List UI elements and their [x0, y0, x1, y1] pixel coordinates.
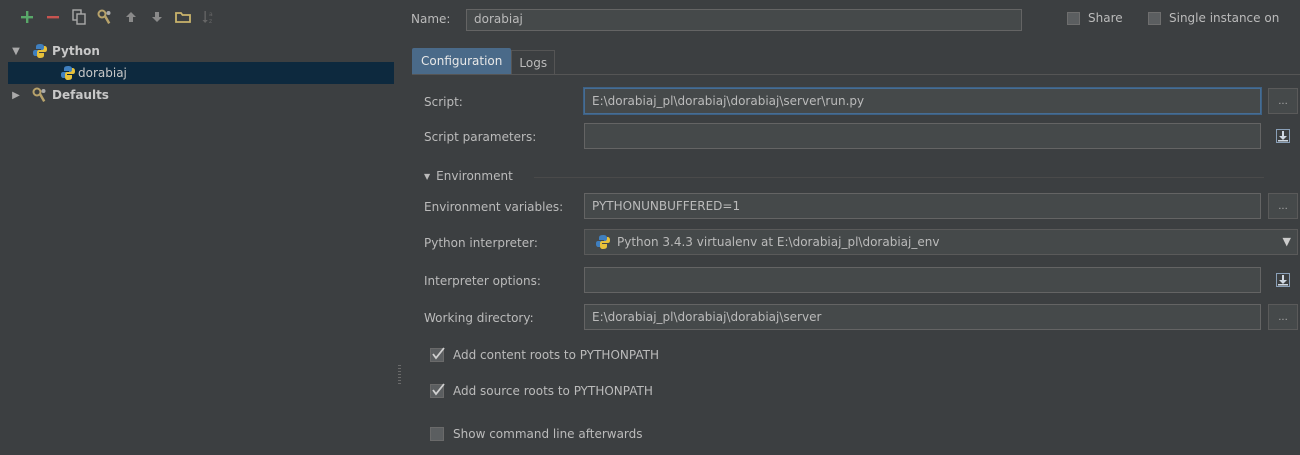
add-content-roots-checkbox[interactable]: Add content roots to PYTHONPATH	[430, 347, 659, 362]
toolbar: az	[8, 0, 394, 34]
expand-options-icon[interactable]	[1270, 267, 1296, 293]
add-icon[interactable]	[14, 4, 40, 30]
tree-item-label: Python	[52, 44, 100, 58]
move-down-icon[interactable]	[144, 4, 170, 30]
name-label: Name:	[411, 12, 451, 26]
name-input[interactable]: dorabiaj	[466, 9, 1022, 31]
section-divider	[534, 177, 1264, 178]
tab-configuration[interactable]: Configuration	[412, 48, 512, 74]
name-bar: Name: dorabiaj Share Single instance on	[410, 7, 1300, 33]
config-tree: ▼ Python dorabiaj ▶ Defaults	[8, 40, 394, 106]
working-dir-label: Working directory:	[424, 311, 534, 325]
environment-section[interactable]: ▼ Environment	[424, 169, 513, 183]
env-vars-label: Environment variables:	[424, 200, 564, 214]
checkbox-box[interactable]	[430, 347, 445, 362]
working-dir-input[interactable]: E:\dorabiaj_pl\dorabiaj\dorabiaj\server	[584, 304, 1261, 330]
svg-text:z: z	[209, 18, 212, 25]
single-instance-checkbox-box[interactable]	[1148, 11, 1161, 25]
sort-icon[interactable]: az	[196, 4, 222, 30]
splitter-grip[interactable]	[398, 365, 401, 385]
expand-params-icon[interactable]	[1270, 123, 1296, 149]
defaults-wrench-icon	[32, 87, 48, 103]
script-label: Script:	[424, 95, 463, 109]
tab-logs[interactable]: Logs	[511, 50, 556, 75]
interpreter-label: Python interpreter:	[424, 236, 538, 250]
script-params-input[interactable]	[584, 123, 1261, 149]
python-icon	[60, 65, 76, 81]
checkmark-icon	[432, 347, 445, 360]
checkbox-box[interactable]	[430, 383, 445, 398]
add-source-roots-label: Add source roots to PYTHONPATH	[453, 384, 653, 398]
copy-icon[interactable]	[66, 4, 92, 30]
script-input[interactable]: E:\dorabiaj_pl\dorabiaj\dorabiaj\server\…	[584, 88, 1261, 114]
tree-item-dorabiaj[interactable]: dorabiaj	[8, 62, 394, 84]
env-vars-input[interactable]: PYTHONUNBUFFERED=1	[584, 193, 1261, 219]
share-checkbox[interactable]: Share	[1067, 11, 1123, 25]
show-cmd-checkbox[interactable]: Show command line afterwards	[430, 427, 643, 441]
add-source-roots-checkbox[interactable]: Add source roots to PYTHONPATH	[430, 383, 653, 398]
share-label: Share	[1088, 11, 1123, 25]
environment-section-label: Environment	[436, 169, 513, 183]
share-checkbox-box[interactable]	[1067, 11, 1080, 25]
tree-item-label: Defaults	[52, 88, 109, 102]
interp-options-input[interactable]	[584, 267, 1261, 293]
env-vars-browse-button[interactable]: ...	[1268, 193, 1298, 219]
add-content-roots-label: Add content roots to PYTHONPATH	[453, 348, 659, 362]
tree-item-defaults[interactable]: ▶ Defaults	[8, 84, 394, 106]
configuration-panel: Script: E:\dorabiaj_pl\dorabiaj\dorabiaj…	[412, 74, 1300, 455]
checkmark-icon	[432, 383, 445, 396]
folder-icon[interactable]	[170, 4, 196, 30]
python-icon	[595, 234, 611, 250]
working-dir-browse-button[interactable]: ...	[1268, 304, 1298, 330]
tree-item-label: dorabiaj	[78, 66, 127, 80]
expand-arrow-icon[interactable]: ▼	[8, 46, 24, 57]
single-instance-checkbox[interactable]: Single instance on	[1148, 11, 1279, 25]
tree-item-python[interactable]: ▼ Python	[8, 40, 394, 62]
edit-defaults-icon[interactable]	[92, 4, 118, 30]
move-up-icon[interactable]	[118, 4, 144, 30]
checkbox-box[interactable]	[430, 427, 444, 441]
dropdown-arrow-icon[interactable]: ▼	[1283, 235, 1291, 248]
script-browse-button[interactable]: ...	[1268, 88, 1298, 114]
left-panel: az ▼ Python dorabiaj ▶ Defaults	[8, 0, 394, 455]
tab-bar: Configuration Logs	[412, 48, 556, 75]
interpreter-value: Python 3.4.3 virtualenv at E:\dorabiaj_p…	[617, 235, 940, 249]
collapse-arrow-icon[interactable]: ▼	[424, 172, 430, 181]
single-instance-label: Single instance on	[1169, 11, 1280, 25]
interpreter-select[interactable]: Python 3.4.3 virtualenv at E:\dorabiaj_p…	[584, 229, 1298, 255]
svg-text:a: a	[209, 11, 213, 18]
interp-options-label: Interpreter options:	[424, 274, 541, 288]
splitter[interactable]	[396, 0, 404, 455]
remove-icon[interactable]	[40, 4, 66, 30]
show-cmd-label: Show command line afterwards	[453, 427, 643, 441]
python-icon	[32, 43, 48, 59]
expand-arrow-icon[interactable]: ▶	[8, 90, 24, 101]
script-params-label: Script parameters:	[424, 130, 537, 144]
right-panel: Name: dorabiaj Share Single instance on …	[410, 0, 1300, 455]
